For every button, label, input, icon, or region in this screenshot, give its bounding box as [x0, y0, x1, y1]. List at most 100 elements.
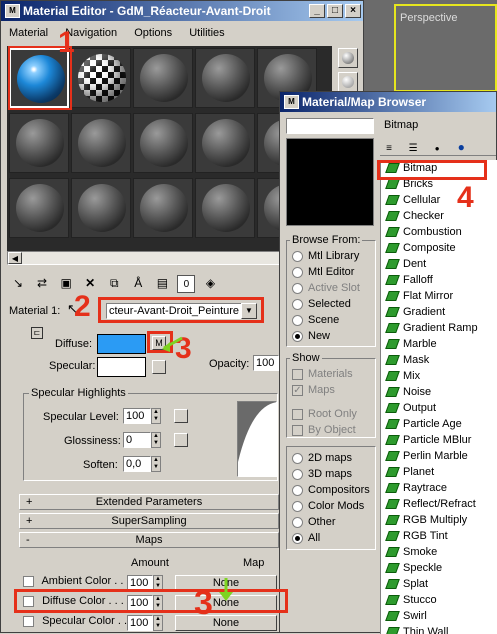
view-large-icons-icon[interactable]: ●	[452, 138, 470, 156]
lock-icon[interactable]: ⊏	[31, 327, 43, 339]
ambient-checkbox[interactable]	[23, 575, 34, 587]
browse-from-option[interactable]: Selected	[292, 296, 376, 312]
radio-button[interactable]	[292, 484, 303, 496]
map-list-item[interactable]: Combustion	[381, 224, 497, 240]
map-list-item[interactable]: RGB Tint	[381, 528, 497, 544]
map-list-item[interactable]: Perlin Marble	[381, 448, 497, 464]
close-button[interactable]: ×	[345, 4, 361, 18]
map-list-item[interactable]: Mix	[381, 368, 497, 384]
view-list-icon[interactable]: ≡	[380, 140, 398, 158]
filter-option[interactable]: Color Mods	[292, 498, 376, 514]
radio-button[interactable]	[292, 314, 303, 326]
minimize-button[interactable]: _	[309, 4, 325, 18]
material-editor-titlebar[interactable]: M Material Editor - GdM_Réacteur-Avant-D…	[1, 1, 363, 21]
specular-map-button[interactable]	[152, 360, 166, 374]
filter-option[interactable]: 3D maps	[292, 466, 376, 482]
sample-slot-4[interactable]	[195, 48, 255, 108]
checkbox[interactable]	[292, 424, 303, 436]
radio-button[interactable]	[292, 516, 303, 528]
filter-option[interactable]: Compositors	[292, 482, 376, 498]
soften-spinner[interactable]: ▲ ▼	[151, 456, 161, 472]
browse-from-option[interactable]: Scene	[292, 312, 376, 328]
map-list-item[interactable]: Planet	[381, 464, 497, 480]
glossiness-spinner[interactable]: ▲ ▼	[151, 432, 161, 448]
map-list-item[interactable]: Flat Mirror	[381, 288, 497, 304]
glossiness-map-button[interactable]	[174, 433, 188, 447]
checkbox[interactable]	[292, 368, 303, 380]
view-small-icons-icon[interactable]: ●	[428, 140, 446, 158]
map-list-item[interactable]: Cellular	[381, 192, 497, 208]
radio-button[interactable]	[292, 532, 303, 544]
root-option[interactable]: Root Only	[292, 406, 376, 422]
menu-options[interactable]: Options	[134, 27, 172, 39]
map-list-item[interactable]: Gradient Ramp	[381, 320, 497, 336]
checkbox[interactable]	[292, 408, 303, 420]
assign-to-selection-icon[interactable]: ▣	[57, 274, 75, 292]
get-material-icon[interactable]: ↘	[9, 274, 27, 292]
map-list-item[interactable]: Falloff	[381, 272, 497, 288]
radio-button[interactable]	[292, 452, 303, 464]
browse-from-option[interactable]: Mtl Editor	[292, 264, 376, 280]
map-list-item[interactable]: Raytrace	[381, 480, 497, 496]
supersampling-rollout[interactable]: + SuperSampling	[19, 513, 279, 529]
browse-from-option[interactable]: New	[292, 328, 376, 344]
sample-slot-3[interactable]	[133, 48, 193, 108]
maximize-button[interactable]: □	[327, 4, 343, 18]
map-browser-titlebar[interactable]: M Material/Map Browser	[280, 92, 496, 112]
map-list-item[interactable]: Checker	[381, 208, 497, 224]
menu-utilities[interactable]: Utilities	[189, 27, 224, 39]
show-map-icon[interactable]: ◈	[202, 274, 220, 292]
filter-option[interactable]: Other	[292, 514, 376, 530]
put-to-library-icon[interactable]: ▤	[153, 274, 171, 292]
radio-button[interactable]	[292, 266, 303, 278]
root-option[interactable]: By Object	[292, 422, 376, 438]
show-option[interactable]: Materials	[292, 366, 376, 382]
browse-from-option[interactable]: Active Slot	[292, 280, 376, 296]
map-list-item[interactable]: Dent	[381, 256, 497, 272]
sample-slot-7[interactable]	[71, 113, 131, 173]
diffuse-color-swatch[interactable]	[97, 334, 146, 354]
opacity-field[interactable]: 100	[253, 355, 279, 371]
radio-button[interactable]	[292, 250, 303, 262]
map-list-item[interactable]: Splat	[381, 576, 497, 592]
sample-slot-6[interactable]	[9, 113, 69, 173]
viewport-area[interactable]: Perspective	[362, 0, 497, 92]
map-list-item[interactable]: Swirl	[381, 608, 497, 624]
specular-level-field[interactable]: 100	[123, 408, 151, 424]
make-unique-icon[interactable]: Å	[129, 274, 147, 292]
radio-button[interactable]	[292, 468, 303, 480]
specular-amount-spinner[interactable]: ▲ ▼	[153, 615, 163, 631]
map-list-item[interactable]: Stucco	[381, 592, 497, 608]
scroll-left-arrow[interactable]: ◀	[8, 252, 22, 264]
viewport-perspective[interactable]: Perspective	[394, 4, 497, 92]
map-list-item[interactable]: Composite	[381, 240, 497, 256]
filter-option[interactable]: 2D maps	[292, 450, 376, 466]
map-list-item[interactable]: Reflect/Refract	[381, 496, 497, 512]
sample-slot-8[interactable]	[133, 113, 193, 173]
browse-from-option[interactable]: Mtl Library	[292, 248, 376, 264]
specular-color-swatch[interactable]	[97, 357, 146, 377]
show-option[interactable]: ✓ Maps	[292, 382, 376, 398]
map-list-item[interactable]: Output	[381, 400, 497, 416]
radio-button[interactable]	[292, 330, 303, 342]
specular-amount-field[interactable]: 100	[127, 615, 153, 631]
map-list-item[interactable]: Mask	[381, 352, 497, 368]
sample-slot-2[interactable]	[71, 48, 131, 108]
make-copy-icon[interactable]: ⧉	[105, 274, 123, 292]
view-list-icons-icon[interactable]: ☰	[404, 140, 422, 158]
sample-slot-12[interactable]	[71, 178, 131, 238]
map-list-item[interactable]: RGB Multiply	[381, 512, 497, 528]
extended-parameters-rollout[interactable]: + Extended Parameters	[19, 494, 279, 510]
map-list-item[interactable]: Noise	[381, 384, 497, 400]
map-list-item[interactable]: Marble	[381, 336, 497, 352]
specular-level-spinner[interactable]: ▲ ▼	[151, 408, 161, 424]
maps-rollout[interactable]: - Maps	[19, 532, 279, 548]
sample-slot-13[interactable]	[133, 178, 193, 238]
map-list-item[interactable]: Gradient	[381, 304, 497, 320]
sample-type-button[interactable]	[338, 48, 358, 68]
specular-level-map-button[interactable]	[174, 409, 188, 423]
radio-button[interactable]	[292, 298, 303, 310]
map-search-input[interactable]	[286, 118, 374, 134]
sample-slot-14[interactable]	[195, 178, 255, 238]
sample-slot-9[interactable]	[195, 113, 255, 173]
